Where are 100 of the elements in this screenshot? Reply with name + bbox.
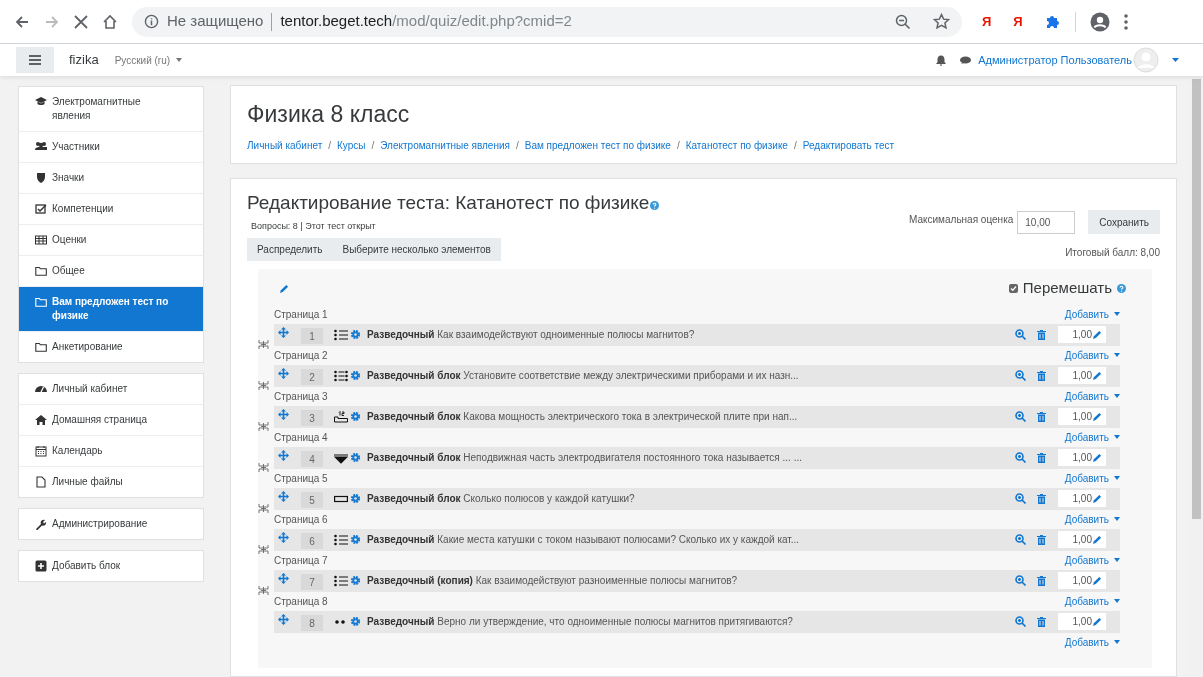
trash-icon[interactable] xyxy=(1037,370,1046,381)
breadcrumb-link[interactable]: Вам предложен тест по физике xyxy=(524,138,671,153)
help-icon[interactable] xyxy=(650,200,660,210)
question-text[interactable]: Разведочный (копия) Как взаимодействуют разноименные полюсы магнитов? xyxy=(367,573,738,588)
question-text[interactable]: Разведочный блок Какова мощность электрического тока в электрической плите при нап... xyxy=(367,409,798,424)
zoom-in-icon[interactable] xyxy=(1015,493,1026,504)
trash-icon[interactable] xyxy=(1037,534,1046,545)
page-break-icon[interactable] xyxy=(258,543,269,555)
gear-icon[interactable] xyxy=(350,575,361,586)
mark-field[interactable]: 1,00 xyxy=(1058,326,1106,343)
zoom-in-icon[interactable] xyxy=(1015,616,1026,627)
trash-icon[interactable] xyxy=(1037,575,1046,586)
mark-field[interactable]: 1,00 xyxy=(1058,613,1106,630)
sidebar-item[interactable]: Значки xyxy=(19,162,203,193)
add-menu-link[interactable]: Добавить xyxy=(1064,388,1120,404)
toolbar-button[interactable]: Распределить xyxy=(247,238,333,261)
trash-icon[interactable] xyxy=(1037,329,1046,340)
mark-field[interactable]: 1,00 xyxy=(1058,490,1106,507)
move-icon[interactable] xyxy=(278,490,289,502)
address-bar[interactable]: Не защищено tentor.beget.tech/mod/quiz/edit.php?cmid=2 xyxy=(132,6,962,37)
save-button[interactable]: Сохранить xyxy=(1088,210,1160,234)
sidebar-item[interactable]: Вам предложен тест по физике xyxy=(19,286,203,331)
zoom-in-icon[interactable] xyxy=(1015,411,1026,422)
gear-icon[interactable] xyxy=(350,370,361,381)
mark-field[interactable]: 1,00 xyxy=(1058,531,1106,548)
gear-icon[interactable] xyxy=(350,411,361,422)
zoom-in-icon[interactable] xyxy=(1015,575,1026,586)
question-text[interactable]: Разведочный Верно ли утверждение, что одноименные полюсы магнитов притягиваются? xyxy=(367,614,793,629)
move-icon[interactable] xyxy=(278,408,289,420)
page-break-icon[interactable] xyxy=(258,461,269,473)
zoom-in-icon[interactable] xyxy=(1015,370,1026,381)
pencil-icon[interactable] xyxy=(280,283,289,293)
shuffle-checkbox[interactable] xyxy=(1008,283,1018,293)
user-name-link[interactable]: Администратор Пользователь xyxy=(978,51,1132,69)
chat-icon[interactable] xyxy=(960,55,972,65)
trash-icon[interactable] xyxy=(1037,411,1046,422)
move-icon[interactable] xyxy=(278,572,289,584)
page-break-icon[interactable] xyxy=(258,420,269,432)
sidebar-item[interactable]: Анкетирование xyxy=(19,331,203,362)
mark-field[interactable]: 1,00 xyxy=(1058,449,1106,466)
add-menu-link[interactable]: Добавить xyxy=(1064,429,1120,445)
gear-icon[interactable] xyxy=(350,329,361,340)
bell-icon[interactable] xyxy=(936,54,947,66)
gear-icon[interactable] xyxy=(350,493,361,504)
trash-icon[interactable] xyxy=(1037,616,1046,627)
move-icon[interactable] xyxy=(278,449,289,461)
language-menu[interactable]: Русский (ru) xyxy=(114,52,183,68)
mark-field[interactable]: 1,00 xyxy=(1058,408,1106,425)
zoom-in-icon[interactable] xyxy=(1015,452,1026,463)
extension-icon[interactable]: Я xyxy=(1013,11,1023,32)
site-name[interactable]: fizika xyxy=(69,50,99,70)
question-text[interactable]: Разведочный Как взаимодействуют одноименные полюсы магнитов? xyxy=(367,327,695,342)
toolbar-button[interactable]: Выберите несколько элементов xyxy=(332,238,501,261)
page-break-icon[interactable] xyxy=(258,502,269,514)
sidebar-item[interactable]: Администрирование xyxy=(19,509,203,539)
forward-icon[interactable] xyxy=(44,13,60,30)
gear-icon[interactable] xyxy=(350,616,361,627)
mark-field[interactable]: 1,00 xyxy=(1058,572,1106,589)
zoom-in-icon[interactable] xyxy=(1015,329,1026,340)
move-icon[interactable] xyxy=(278,531,289,543)
breadcrumb-link[interactable]: Катанотест по физике xyxy=(685,138,788,153)
puzzle-icon[interactable] xyxy=(1044,13,1061,30)
home-icon[interactable] xyxy=(102,13,118,30)
breadcrumb-link[interactable]: Электромагнитные явления xyxy=(380,138,510,153)
gear-icon[interactable] xyxy=(350,534,361,545)
breadcrumb-link[interactable]: Личный кабинет xyxy=(247,138,323,153)
trash-icon[interactable] xyxy=(1037,452,1046,463)
sidebar-item[interactable]: Календарь xyxy=(19,435,203,466)
back-icon[interactable] xyxy=(14,13,30,30)
add-menu-link[interactable]: Добавить xyxy=(1064,347,1120,363)
question-text[interactable]: Разведочный Какие места катушки с током называют полюсами? Сколько их у каждой кат... xyxy=(367,532,800,547)
add-menu-link[interactable]: Добавить xyxy=(1064,511,1120,527)
trash-icon[interactable] xyxy=(1037,493,1046,504)
sidebar-item[interactable]: Домашняя страница xyxy=(19,404,203,435)
caret-icon[interactable] xyxy=(1172,58,1179,62)
mark-field[interactable]: 1,00 xyxy=(1058,367,1106,384)
add-menu-link[interactable]: Добавить xyxy=(1064,552,1120,568)
page-break-icon[interactable] xyxy=(258,338,269,350)
sidebar-item[interactable]: Личный кабинет xyxy=(19,374,203,404)
zoom-icon[interactable] xyxy=(895,13,911,30)
move-icon[interactable] xyxy=(278,613,289,625)
breadcrumb-link[interactable]: Редактировать тест xyxy=(802,138,895,153)
zoom-in-icon[interactable] xyxy=(1015,534,1026,545)
sidebar-item[interactable]: Электромагнитные явления xyxy=(19,87,203,131)
sidebar-item[interactable]: Участники xyxy=(19,131,203,162)
profile-icon[interactable] xyxy=(1089,11,1110,32)
star-icon[interactable] xyxy=(933,13,950,30)
sidebar-item[interactable]: Личные файлы xyxy=(19,466,203,497)
page-break-icon[interactable] xyxy=(258,379,269,391)
add-menu-link[interactable]: Добавить xyxy=(1064,593,1120,609)
help-icon[interactable] xyxy=(1117,283,1126,293)
question-text[interactable]: Разведочный блок Неподвижная часть электродвигателя постоянного тока называется ... ... xyxy=(367,450,802,465)
question-text[interactable]: Разведочный блок Сколько полюсов у каждой катушки? xyxy=(367,491,635,506)
extension-icon[interactable]: Я xyxy=(982,11,992,32)
menu-icon[interactable] xyxy=(1123,13,1128,30)
add-menu-link[interactable]: Добавить xyxy=(1064,306,1120,322)
page-break-icon[interactable] xyxy=(258,584,269,596)
add-menu-link[interactable]: Добавить xyxy=(1064,470,1120,486)
close-icon[interactable] xyxy=(74,14,88,29)
max-grade-input[interactable]: 10,00 xyxy=(1017,210,1076,234)
